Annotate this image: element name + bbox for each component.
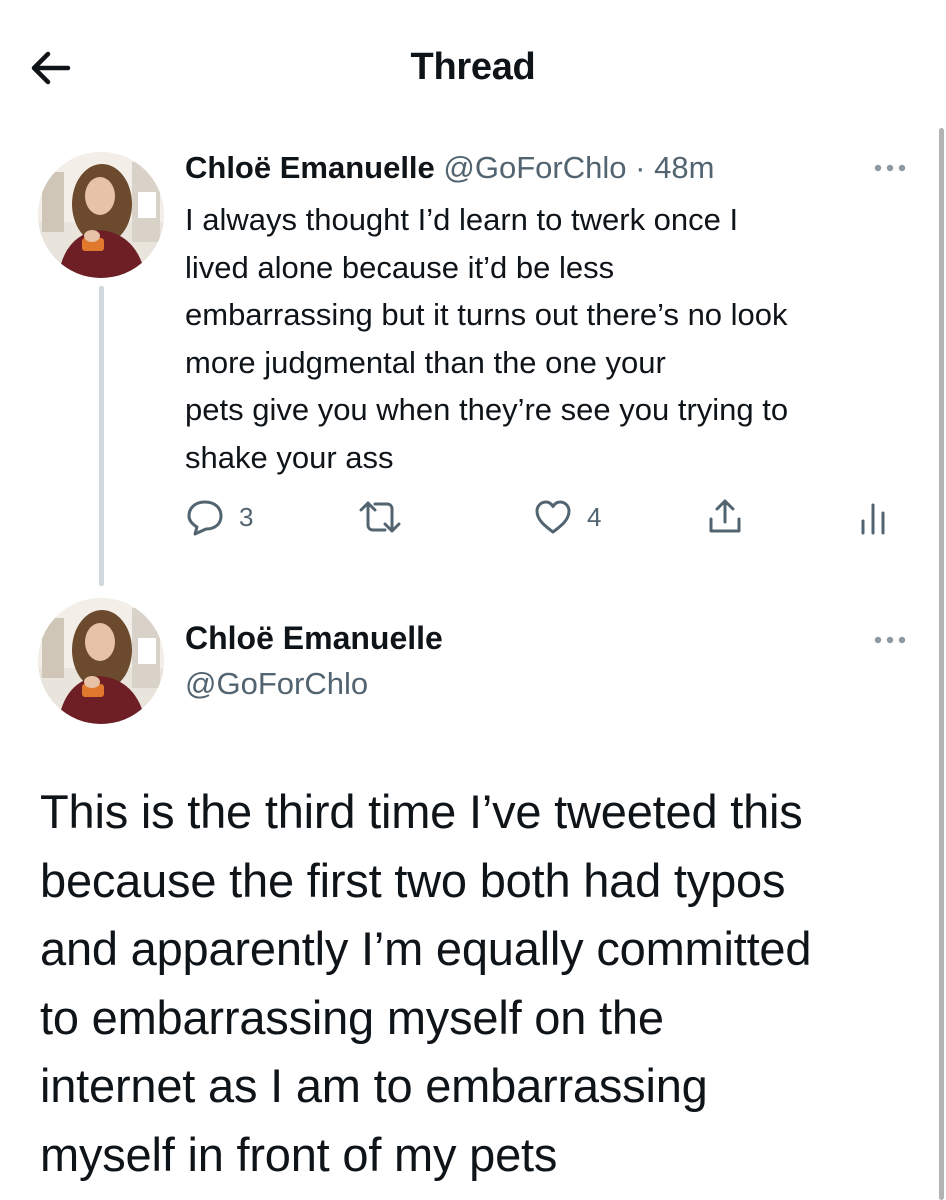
ellipsis-icon <box>874 636 906 644</box>
tweet-text: This is the third time I’ve tweeted this… <box>40 778 920 1189</box>
share-button[interactable] <box>705 492 745 542</box>
tweet-text-line: shake your ass <box>185 439 394 475</box>
tweet-text-line: pets give you when they’re see you tryin… <box>185 392 789 427</box>
reply-button[interactable]: 3 <box>185 492 253 542</box>
ellipsis-icon <box>874 164 906 172</box>
top-bar: Thread <box>0 0 946 130</box>
reply-icon <box>187 500 223 536</box>
tweet-text-line: myself in front of my pets <box>40 1127 558 1181</box>
tweet-text-line: because the first two both had typos <box>40 853 786 907</box>
tweet-actions: 3 4 <box>185 492 915 542</box>
tweet-text-line: lived alone because it’d be less <box>185 249 615 285</box>
scrollbar[interactable] <box>939 128 944 1200</box>
page-title: Thread <box>410 46 536 88</box>
analytics-button[interactable] <box>855 492 891 542</box>
more-options-button[interactable] <box>870 160 910 176</box>
author-handle[interactable]: @GoForChlo <box>185 666 368 702</box>
heart-icon <box>535 500 571 534</box>
tweet-text-line: I always thought I’d learn to twerk once… <box>185 202 739 237</box>
more-options-button[interactable] <box>870 632 910 648</box>
share-icon <box>709 499 741 533</box>
author-name[interactable]: Chloë Emanuelle <box>185 150 435 185</box>
analytics-icon <box>861 503 885 535</box>
profile-photo <box>38 152 164 278</box>
profile-photo <box>38 598 164 724</box>
author-name[interactable]: Chloë Emanuelle <box>185 620 443 657</box>
like-count: 4 <box>587 501 602 532</box>
thread-connector-line <box>99 286 104 586</box>
tweet-text-line: and apparently I’m equally committed <box>40 922 812 975</box>
reply-count: 3 <box>239 501 254 532</box>
tweet-text-line: internet as I am to embarrassing <box>40 1059 708 1112</box>
tweet-timestamp[interactable]: 48m <box>654 150 714 185</box>
avatar[interactable] <box>38 152 164 278</box>
like-button[interactable]: 4 <box>533 492 601 542</box>
tweet-text-line: more judgmental than the one your <box>185 344 666 380</box>
retweet-button[interactable] <box>357 492 417 542</box>
tweet-text: I always thought I’d learn to twerk once… <box>185 196 915 481</box>
tweet-header: Chloë Emanuelle @GoForChlo · 48m <box>185 150 714 186</box>
author-handle[interactable]: @GoForChlo <box>443 150 626 185</box>
tweet-text-line: This is the third time I’ve tweeted this <box>40 785 803 838</box>
retweet-icon <box>359 501 401 533</box>
tweet-text-line: embarrassing but it turns out there’s no… <box>185 297 788 332</box>
tweet-text-line: to embarrassing myself on the <box>40 990 664 1044</box>
avatar[interactable] <box>38 598 164 724</box>
separator-dot: · <box>635 150 646 185</box>
